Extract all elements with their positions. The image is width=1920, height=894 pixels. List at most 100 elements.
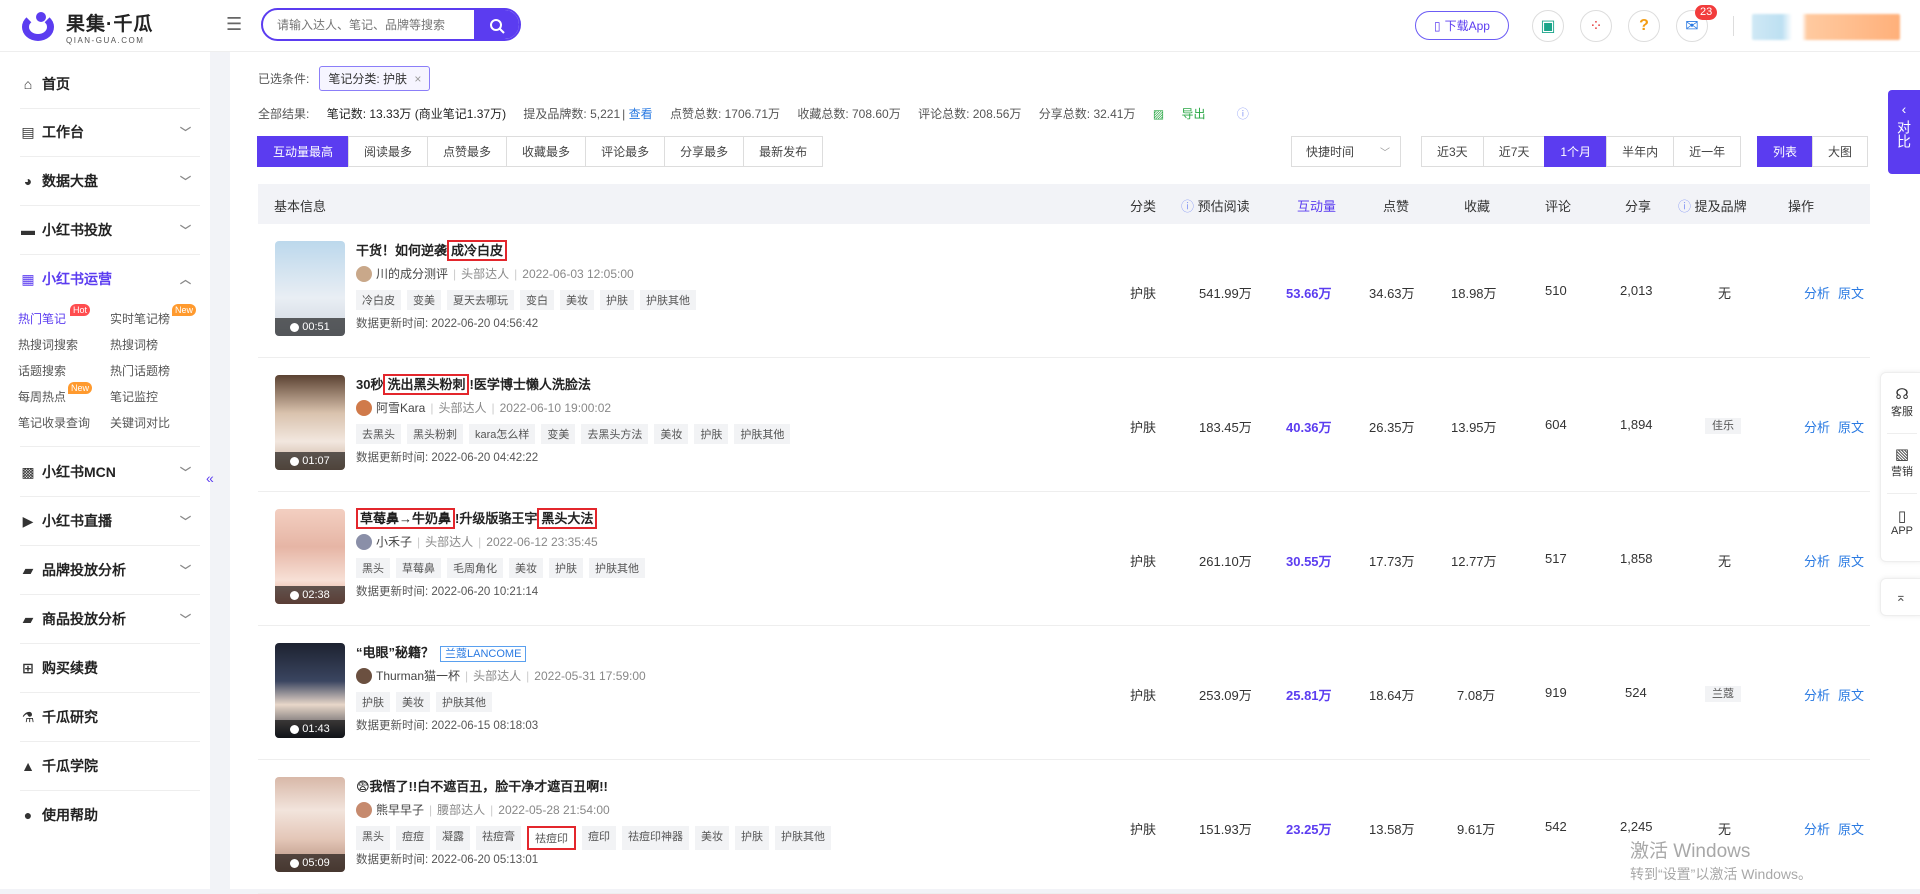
tab-sort-latest[interactable]: 最新发布: [743, 136, 824, 167]
note-tag[interactable]: 祛痘印神器: [622, 826, 689, 850]
briefcase-icon[interactable]: ▣: [1532, 10, 1564, 42]
sub-item-keyword-compare[interactable]: 关键词对比: [110, 414, 170, 431]
sub-item-hot-notes[interactable]: 热门笔记 Hot: [18, 304, 91, 327]
download-app-button[interactable]: ▯ 下载App: [1415, 11, 1509, 40]
note-tag[interactable]: 黑头: [356, 558, 390, 578]
source-link[interactable]: 原文: [1838, 554, 1864, 569]
sidebar-item-home[interactable]: ⌂ 首页: [0, 64, 205, 104]
tab-time-3d[interactable]: 近3天: [1421, 136, 1484, 167]
analyze-link[interactable]: 分析: [1804, 822, 1830, 837]
note-tag[interactable]: 美妆: [509, 558, 543, 578]
sub-item-hotword-rank[interactable]: 热搜词榜: [110, 336, 158, 353]
table-row[interactable]: 05:09 😨我悟了!!白不遮百丑，脸干净才遮百丑啊!! 熊早早子 | 腰部达人 | 2…: [258, 760, 1870, 894]
note-tag[interactable]: 护肤: [549, 558, 583, 578]
th-shares[interactable]: 分享: [1625, 196, 1651, 215]
brand-chip[interactable]: 佳乐: [1705, 418, 1741, 434]
help-icon[interactable]: ?: [1628, 10, 1660, 42]
sidebar-item-dashboard[interactable]: ◕ 数据大盘 ﹀: [0, 161, 205, 201]
note-thumbnail[interactable]: 00:51: [275, 241, 345, 336]
tab-time-7d[interactable]: 近7天: [1482, 136, 1546, 167]
note-tag[interactable]: 痘印: [582, 826, 616, 850]
tab-time-6m[interactable]: 半年内: [1606, 136, 1675, 167]
note-tag[interactable]: kara怎么样: [469, 424, 536, 444]
user-avatar[interactable]: [1752, 14, 1900, 40]
tab-sort-likes[interactable]: 点赞最多: [427, 136, 508, 167]
note-tag[interactable]: 美妆: [695, 826, 729, 850]
app-button[interactable]: ▯ APP: [1881, 507, 1920, 537]
sidebar-item-product-analysis[interactable]: ▰ 商品投放分析 ﹀: [0, 599, 205, 639]
note-tag[interactable]: 护肤其他: [734, 424, 791, 444]
export-button[interactable]: ▨ 导出: [1153, 107, 1220, 121]
table-row[interactable]: 00:51 干货！如何逆袭 成冷白皮 川的成分测评 | 头部达人 | 2022-06-03…: [258, 224, 1870, 358]
note-tag[interactable]: 护肤其他: [589, 558, 645, 578]
th-comments[interactable]: 评论: [1545, 196, 1571, 215]
tab-view-list[interactable]: 列表: [1757, 136, 1814, 167]
note-tag[interactable]: 夏天去哪玩: [447, 290, 514, 310]
note-tag[interactable]: 去黑头方法: [581, 424, 649, 444]
sidebar-item-help[interactable]: ● 使用帮助: [0, 795, 205, 835]
sub-item-note-index[interactable]: 笔记收录查询: [18, 414, 90, 431]
note-tag[interactable]: 护肤: [694, 424, 729, 444]
apps-icon[interactable]: ⁘: [1580, 10, 1612, 42]
note-tag[interactable]: 变美: [541, 424, 576, 444]
sub-item-hotword-search[interactable]: 热搜词搜索: [18, 336, 78, 353]
time-select[interactable]: 快捷时间 ﹀: [1291, 136, 1401, 167]
source-link[interactable]: 原文: [1838, 688, 1864, 703]
view-brands-link[interactable]: 查看: [629, 107, 653, 121]
source-link[interactable]: 原文: [1838, 286, 1864, 301]
th-interaction[interactable]: 互动量: [1297, 196, 1336, 215]
note-tag[interactable]: 草莓鼻: [396, 558, 441, 578]
avatar[interactable]: [356, 801, 372, 818]
compare-float-button[interactable]: ‹ 对比: [1888, 90, 1920, 174]
brand-chip[interactable]: 兰蔻: [1705, 686, 1741, 702]
note-title[interactable]: 草莓鼻→牛奶鼻 !升级版骆王宇 黑头大法: [356, 508, 598, 529]
note-tag[interactable]: 痘痘: [396, 826, 430, 850]
tab-sort-interaction[interactable]: 互动量最高: [257, 136, 350, 167]
note-tag[interactable]: 护肤其他: [640, 290, 696, 310]
source-link[interactable]: 原文: [1838, 822, 1864, 837]
tab-sort-shares[interactable]: 分享最多: [664, 136, 745, 167]
note-tag[interactable]: 黑头: [356, 826, 390, 850]
tab-sort-collects[interactable]: 收藏最多: [506, 136, 587, 167]
th-likes[interactable]: 点赞: [1383, 196, 1409, 215]
sub-item-note-monitor[interactable]: 笔记监控: [110, 388, 158, 405]
note-tag[interactable]: 变白: [520, 290, 554, 310]
avatar[interactable]: [356, 667, 372, 684]
note-tag[interactable]: 毛周角化: [447, 558, 503, 578]
logo[interactable]: 果集·千瓜 QIAN-GUA.COM: [18, 9, 153, 45]
sidebar-item-brand-analysis[interactable]: ▰ 品牌投放分析 ﹀: [0, 550, 205, 590]
sidebar-item-xhs-ops[interactable]: ▦ 小红书运营 ︿: [0, 259, 205, 299]
tab-sort-comments[interactable]: 评论最多: [585, 136, 666, 167]
note-thumbnail[interactable]: 01:07: [275, 375, 345, 470]
mail-icon[interactable]: ✉ 23: [1676, 5, 1718, 42]
filter-chip[interactable]: 笔记分类: 护肤 ×: [319, 66, 431, 91]
note-tag[interactable]: 护肤其他: [436, 692, 492, 712]
menu-toggle-icon[interactable]: ☰: [226, 14, 246, 34]
customer-service-button[interactable]: ☊ 客服: [1881, 385, 1920, 419]
note-title[interactable]: 😨我悟了!!白不遮百丑，脸干净才遮百丑啊!!: [356, 776, 608, 795]
analyze-link[interactable]: 分析: [1804, 688, 1830, 703]
analyze-link[interactable]: 分析: [1804, 554, 1830, 569]
note-tag[interactable]: 黑头粉刺: [407, 424, 463, 444]
note-tag[interactable]: 去黑头: [356, 424, 401, 444]
brand-tag[interactable]: 兰蔻LANCOME: [440, 646, 527, 662]
sub-item-realtime-rank[interactable]: 实时笔记榜 New: [110, 304, 197, 327]
note-tag[interactable]: 护肤: [600, 290, 634, 310]
avatar[interactable]: [356, 265, 372, 282]
sub-item-topic-search[interactable]: 话题搜索: [18, 362, 66, 379]
info-icon[interactable]: ⓘ: [1237, 107, 1249, 121]
note-tag[interactable]: 美妆: [654, 424, 689, 444]
sidebar-item-research[interactable]: ⚗ 千瓜研究: [0, 697, 205, 737]
note-thumbnail[interactable]: 05:09: [275, 777, 345, 872]
tab-time-1m[interactable]: 1个月: [1544, 136, 1608, 167]
tab-sort-reads[interactable]: 阅读最多: [348, 136, 429, 167]
note-tag[interactable]: 祛痘印: [527, 826, 576, 850]
note-tag[interactable]: 美妆: [396, 692, 430, 712]
table-row[interactable]: 01:43 “电眼”秘籍？ 兰蔻LANCOME Thurman猫一杯 | 头部达人 | 2…: [258, 626, 1870, 760]
th-collects[interactable]: 收藏: [1464, 196, 1490, 215]
note-tag[interactable]: 冷白皮: [356, 290, 401, 310]
tab-view-grid[interactable]: 大图: [1812, 136, 1869, 167]
search-input[interactable]: [277, 10, 487, 39]
note-thumbnail[interactable]: 02:38: [275, 509, 345, 604]
marketing-button[interactable]: ▧ 营销: [1881, 445, 1920, 479]
